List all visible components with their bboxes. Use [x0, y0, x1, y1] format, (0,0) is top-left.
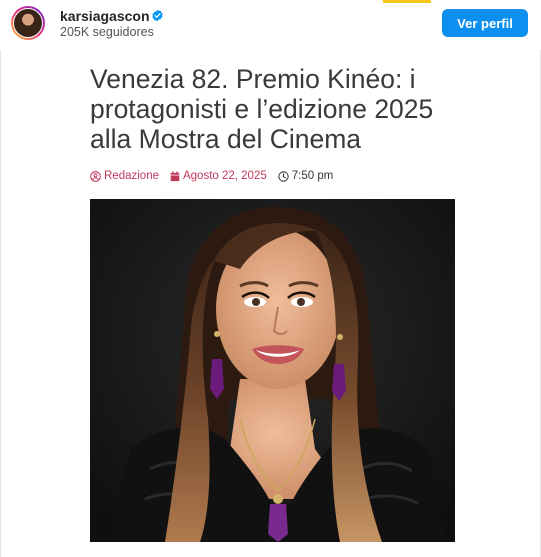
author-name: Redazione [104, 170, 159, 182]
post-header: karsiagascon 205K seguidores Ver perfil [0, 0, 541, 50]
publish-time: 7:50 pm [291, 170, 334, 182]
calendar-icon [170, 171, 180, 181]
card-border-left [0, 50, 1, 557]
portrait-image [90, 199, 455, 542]
publish-date: Agosto 22, 2025 [182, 170, 267, 182]
verified-badge-icon [152, 9, 163, 22]
username[interactable]: karsiagascon [60, 8, 150, 24]
user-icon [90, 170, 101, 182]
author-meta[interactable]: Redazione [90, 170, 159, 182]
avatar[interactable] [13, 8, 43, 38]
date-meta[interactable]: Agosto 22, 2025 [170, 170, 267, 182]
clock-icon [278, 170, 289, 182]
article-title[interactable]: Venezia 82. Premio Kinéo: i protagonisti… [90, 64, 480, 154]
article-photo[interactable] [90, 199, 455, 542]
follower-count: 205K seguidores [60, 25, 154, 39]
avatar-ring[interactable] [11, 6, 45, 40]
article-meta: Redazione Agosto 22, 2025 7:50 pm [90, 170, 344, 182]
view-profile-button[interactable]: Ver perfil [442, 9, 528, 37]
top-accent-strip [383, 0, 431, 3]
time-meta: 7:50 pm [278, 170, 334, 182]
